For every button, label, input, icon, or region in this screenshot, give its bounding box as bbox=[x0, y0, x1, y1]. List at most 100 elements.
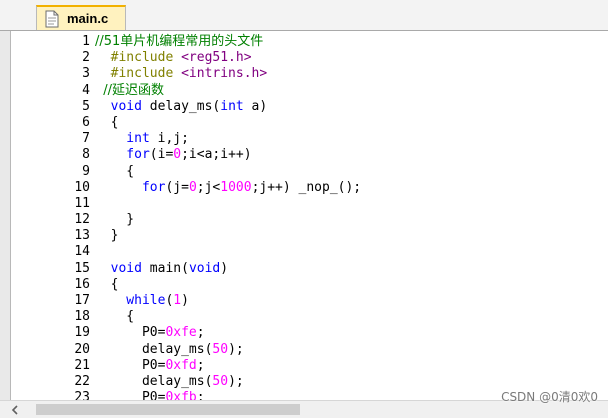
code-line[interactable]: 16 { bbox=[0, 277, 608, 293]
code-line[interactable]: 19 P0=0xfe; bbox=[0, 325, 608, 341]
code-line[interactable]: 13 } bbox=[0, 228, 608, 244]
code-line[interactable]: 3 #include <intrins.h> bbox=[0, 66, 608, 82]
chevron-left-icon bbox=[11, 400, 19, 419]
code-token: #include bbox=[95, 50, 182, 66]
code-editor[interactable]: 1//51单片机编程常用的头文件 2 #include <reg51.h> 3 #i… bbox=[0, 30, 608, 405]
code-text: { bbox=[95, 309, 134, 325]
line-number: 15 bbox=[74, 260, 90, 276]
line-number: 22 bbox=[74, 373, 90, 389]
line-number: 3 bbox=[82, 66, 90, 82]
code-token: 0xfe bbox=[165, 325, 197, 341]
code-text: void main(void) bbox=[95, 261, 228, 277]
code-line[interactable]: 1 //51单片机编程常用的头文件 bbox=[0, 34, 608, 50]
code-token: ;i<a;i++) bbox=[181, 147, 252, 163]
code-line[interactable]: 18 { bbox=[0, 309, 608, 325]
code-line[interactable]: 15 void main(void) bbox=[0, 261, 608, 277]
code-token: ) bbox=[181, 293, 189, 308]
code-token: ; bbox=[196, 325, 205, 341]
code-line[interactable]: 2 #include <reg51.h> bbox=[0, 50, 608, 66]
code-text: } bbox=[95, 228, 119, 244]
code-text: #include <reg51.h> bbox=[95, 50, 252, 66]
code-token: { bbox=[95, 114, 119, 130]
code-line[interactable]: 8 for(i=0;i<a;i++) bbox=[0, 147, 608, 163]
code-token: void bbox=[188, 260, 221, 276]
code-line[interactable]: 7 int i,j; bbox=[0, 131, 608, 147]
code-token: 50 bbox=[212, 341, 229, 357]
code-text: P0=0xfe; bbox=[95, 325, 205, 341]
line-number: 16 bbox=[74, 276, 90, 292]
code-token: ) bbox=[220, 260, 229, 276]
code-token: 1000 bbox=[220, 179, 252, 195]
scroll-left-button[interactable] bbox=[0, 401, 30, 418]
code-token: while bbox=[95, 293, 166, 308]
code-token: #include bbox=[95, 66, 182, 82]
code-text: delay_ms(50); bbox=[95, 374, 244, 390]
code-token: 0 bbox=[188, 179, 197, 195]
line-number: 5 bbox=[82, 98, 90, 114]
code-token: a) bbox=[243, 98, 268, 114]
code-text: { bbox=[95, 276, 119, 293]
code-token: void bbox=[95, 260, 142, 276]
code-token: ;j++) _nop_(); bbox=[251, 179, 362, 195]
code-line[interactable]: 6 { bbox=[0, 115, 608, 131]
line-number: 12 bbox=[74, 212, 90, 228]
code-token: ; bbox=[196, 357, 205, 373]
c-file-icon bbox=[43, 10, 61, 28]
code-text: void delay_ms(int a) bbox=[95, 98, 268, 115]
line-number: 11 bbox=[74, 195, 90, 211]
code-line[interactable]: 14 bbox=[0, 244, 608, 260]
code-token: 0 bbox=[173, 147, 182, 163]
code-token: for bbox=[95, 147, 150, 163]
line-number: 17 bbox=[74, 293, 90, 308]
code-line[interactable]: 11 bbox=[0, 196, 608, 212]
line-number: 6 bbox=[82, 114, 90, 130]
tab-main-c[interactable]: main.c bbox=[36, 5, 126, 30]
code-token: { bbox=[95, 163, 135, 179]
code-lines: 1//51单片机编程常用的头文件 2 #include <reg51.h> 3 #i… bbox=[0, 34, 608, 406]
line-number: 13 bbox=[74, 228, 90, 244]
code-line[interactable]: 21 P0=0xfd; bbox=[0, 358, 608, 374]
code-text: { bbox=[95, 164, 134, 180]
code-token: <reg51.h> bbox=[181, 50, 252, 66]
code-line[interactable]: 4 //延迟函数 bbox=[0, 83, 608, 99]
code-token: int bbox=[95, 131, 150, 147]
code-text: for(i=0;i<a;i++) bbox=[95, 147, 252, 163]
tab-label: main.c bbox=[67, 11, 109, 26]
line-number: 7 bbox=[82, 131, 90, 147]
code-token: ;j< bbox=[196, 179, 221, 195]
code-line[interactable]: 5 void delay_ms(int a) bbox=[0, 99, 608, 115]
code-text: for(j=0;j<1000;j++) _nop_(); bbox=[95, 180, 361, 196]
code-token: <intrins.h> bbox=[181, 66, 268, 82]
line-number: 19 bbox=[74, 325, 90, 341]
line-number: 2 bbox=[82, 50, 90, 66]
code-text: while(1) bbox=[95, 293, 189, 309]
code-text: //51单片机编程常用的头文件 bbox=[95, 34, 263, 50]
line-number: 20 bbox=[74, 341, 90, 357]
code-token: } bbox=[95, 228, 119, 244]
code-token: (j= bbox=[165, 179, 189, 195]
code-text: } bbox=[95, 212, 134, 228]
line-number: 9 bbox=[82, 163, 90, 179]
scroll-thumb[interactable] bbox=[36, 404, 300, 415]
line-number: 1 bbox=[82, 34, 90, 49]
code-token: P0= bbox=[95, 357, 166, 373]
code-token: ); bbox=[228, 341, 244, 357]
code-token: { bbox=[95, 276, 119, 292]
code-line[interactable]: 10 for(j=0;j<1000;j++) _nop_(); bbox=[0, 180, 608, 196]
tab-bar: main.c bbox=[0, 0, 608, 30]
code-text: //延迟函数 bbox=[95, 83, 164, 99]
code-line[interactable]: 12 } bbox=[0, 212, 608, 228]
code-token: P0= bbox=[95, 325, 166, 341]
code-line[interactable]: 17 while(1) bbox=[0, 293, 608, 309]
code-line[interactable]: 20 delay_ms(50); bbox=[0, 342, 608, 358]
code-token: for bbox=[95, 179, 166, 195]
code-token: (i= bbox=[149, 147, 174, 163]
code-token: { bbox=[95, 309, 135, 325]
watermark: CSDN @0清0欢0 bbox=[501, 390, 598, 404]
code-text: delay_ms(50); bbox=[95, 342, 244, 358]
code-token: 0xfd bbox=[165, 357, 197, 373]
code-token: ); bbox=[228, 373, 244, 389]
code-line[interactable]: 9 { bbox=[0, 164, 608, 180]
line-number: 21 bbox=[74, 357, 90, 373]
code-text: int i,j; bbox=[95, 131, 189, 147]
